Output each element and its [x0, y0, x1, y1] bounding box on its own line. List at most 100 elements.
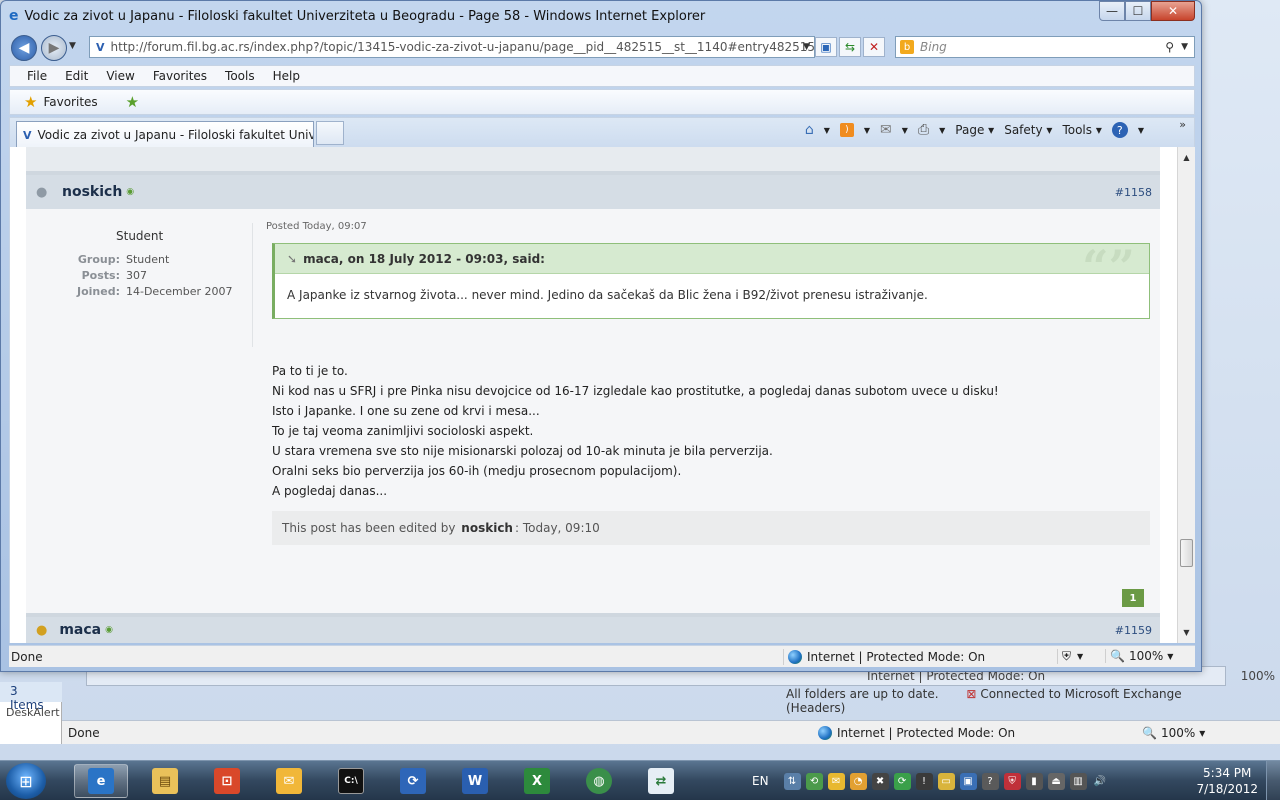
quote-marks-icon: “” [1082, 240, 1135, 294]
tray-mail-icon[interactable]: ✉ [827, 772, 845, 790]
feeds-dropdown[interactable]: ▼ [864, 126, 870, 135]
menu-tools[interactable]: Tools [216, 69, 264, 83]
minimize-button[interactable]: — [1099, 1, 1125, 21]
add-to-favorites-icon[interactable]: ★ [126, 93, 139, 111]
back-button[interactable]: ◀ [11, 35, 37, 61]
taskbar-internet-explorer[interactable]: e [74, 764, 128, 798]
forward-button[interactable]: ▶ [41, 35, 67, 61]
home-dropdown[interactable]: ▼ [824, 126, 830, 135]
tray-alert-icon[interactable]: ! [915, 772, 933, 790]
taskbar-transfer[interactable]: ⇄ [634, 764, 688, 798]
history-dropdown[interactable]: ▼ [69, 41, 76, 51]
mail-dropdown[interactable]: ▼ [902, 126, 908, 135]
page-content: ● noskich ◉ #1158 Student Group: Student … [9, 147, 1177, 643]
refresh-button[interactable]: ⇆ [839, 37, 861, 57]
help-icon[interactable]: ? [1111, 122, 1128, 138]
stop-button[interactable]: ✕ [863, 37, 885, 57]
taskbar-network[interactable]: ◍ [572, 764, 626, 798]
title-bar: e Vodic za zivot u Japanu - Filoloski fa… [1, 1, 1201, 31]
post-line: U stara vremena sve sto nije misionarski… [272, 444, 773, 458]
status-bar: Done Internet | Protected Mode: On ⛨ ▼ 🔍 1… [9, 645, 1195, 667]
next-post-number-link[interactable]: #1159 [1115, 624, 1152, 637]
bg-ie-zoom[interactable]: 🔍 100% ▾ [1142, 726, 1205, 740]
language-indicator[interactable]: EN [752, 774, 769, 788]
scroll-up-arrow-icon[interactable]: ▲ [1178, 149, 1195, 166]
zoom-control[interactable]: 🔍 100% ▼ [1105, 649, 1173, 663]
tray-network-icon[interactable]: ⇅ [783, 772, 801, 790]
address-dropdown[interactable]: ▼ [803, 42, 810, 52]
post-author-link[interactable]: noskich [62, 184, 122, 200]
more-commands-chevron-icon[interactable]: » [1179, 118, 1186, 131]
tray-display-icon[interactable]: ▣ [959, 772, 977, 790]
next-post-author-link[interactable]: maca [59, 622, 101, 638]
protected-mode-dropdown[interactable]: ⛨ ▼ [1057, 649, 1083, 664]
tray-power-icon[interactable]: ▮ [1025, 772, 1043, 790]
quote-header: ➘ maca, on 18 July 2012 - 09:03, said: “… [275, 240, 1149, 294]
post-line: Isto i Japanke. I one su zene od krvi i … [272, 404, 540, 418]
tray-antivirus-icon[interactable]: ⛨ [1003, 772, 1021, 790]
bg-ie-done: Done [68, 725, 100, 740]
quote-arrow-icon[interactable]: ➘ [287, 252, 297, 266]
background-ie-statusbar: Done Internet | Protected Mode: On 🔍 100%… [62, 720, 1280, 744]
outlook-icon: ✉ [276, 768, 302, 794]
tray-messages-icon[interactable]: ▭ [937, 772, 955, 790]
start-button[interactable]: ⊞ [6, 763, 46, 799]
security-zone[interactable]: Internet | Protected Mode: On [783, 649, 985, 665]
scroll-down-arrow-icon[interactable]: ▼ [1178, 624, 1195, 641]
tray-update-icon[interactable]: ⟲ [805, 772, 823, 790]
scrollbar-thumb[interactable] [1180, 539, 1193, 567]
vertical-scrollbar[interactable]: ▲ ▼ [1177, 147, 1195, 643]
search-dropdown[interactable]: ▼ [1181, 42, 1188, 52]
post-number-link[interactable]: #1158 [1115, 186, 1152, 199]
compatibility-view-button[interactable]: ▣ [815, 37, 837, 57]
taskbar-windows-explorer[interactable]: ▤ [138, 764, 192, 798]
menu-file[interactable]: File [18, 69, 56, 83]
page-menu[interactable]: Page ▾ [955, 123, 994, 137]
safety-menu[interactable]: Safety ▾ [1004, 123, 1052, 137]
favorites-button[interactable]: Favorites [43, 95, 97, 109]
menu-help[interactable]: Help [264, 69, 309, 83]
menu-edit[interactable]: Edit [56, 69, 97, 83]
search-icon[interactable]: ⚲ [1165, 40, 1174, 54]
tray-volume-icon[interactable]: 🔊 [1092, 773, 1109, 790]
tray-sync-icon[interactable]: ⟳ [893, 772, 911, 790]
tools-menu[interactable]: Tools ▾ [1062, 123, 1101, 137]
maximize-button[interactable]: ☐ [1125, 1, 1151, 21]
mail-icon[interactable]: ✉ [880, 122, 892, 138]
sync-arrows-icon: ⇄ [648, 768, 674, 794]
tray-network-status-icon[interactable]: ▥ [1069, 772, 1087, 790]
reputation-badge[interactable]: 1 [1122, 589, 1144, 607]
tray-outlook-icon[interactable]: ◔ [849, 772, 867, 790]
home-icon[interactable]: ⌂ [805, 122, 814, 138]
menu-favorites[interactable]: Favorites [144, 69, 216, 83]
print-dropdown[interactable]: ▼ [939, 126, 945, 135]
new-tab-button[interactable] [316, 121, 344, 145]
command-prompt-icon: C:\ [338, 768, 364, 794]
rss-feed-icon[interactable]: ) [839, 123, 854, 137]
show-desktop-button[interactable] [1266, 761, 1280, 800]
system-tray: EN ⇅ ⟲ ✉ ◔ ✖ ⟳ ! ▭ ▣ ? ⛨ ▮ ⏏ ▥ 🔊 [752, 761, 1109, 800]
stop-icon: ✕ [868, 40, 880, 54]
taskbar-remote-desktop[interactable]: ⟳ [386, 764, 440, 798]
reputation-row: 1 [26, 579, 1160, 613]
post-line: To je taj veoma zanimljivi socioloski as… [272, 424, 534, 438]
clock-date: 7/18/2012 [1196, 782, 1258, 796]
tab-current[interactable]: V Vodic za zivot u Japanu - Filoloski fa… [16, 121, 314, 148]
address-bar[interactable]: V http://forum.fil.bg.ac.rs/index.php?/t… [89, 36, 815, 58]
search-box[interactable]: b Bing ⚲ ▼ [895, 36, 1195, 58]
menu-view[interactable]: View [97, 69, 143, 83]
taskbar-excel[interactable]: X [510, 764, 564, 798]
help-dropdown[interactable]: ▼ [1138, 126, 1144, 135]
taskbar-command-prompt[interactable]: C:\ [324, 764, 378, 798]
close-button[interactable]: ✕ [1151, 1, 1195, 21]
taskbar-word[interactable]: W [448, 764, 502, 798]
post-date: Posted Today, 09:07 [266, 221, 367, 232]
tray-security-icon[interactable]: ✖ [871, 772, 889, 790]
tray-help-icon[interactable]: ? [981, 772, 999, 790]
taskbar-outlook-web[interactable]: ⊡ [200, 764, 254, 798]
tab-bar: V Vodic za zivot u Japanu - Filoloski fa… [9, 117, 1195, 148]
print-icon[interactable]: ⎙ [918, 122, 929, 138]
tray-usb-icon[interactable]: ⏏ [1047, 772, 1065, 790]
taskbar-outlook[interactable]: ✉ [262, 764, 316, 798]
clock[interactable]: 5:34 PM 7/18/2012 [1196, 765, 1258, 797]
